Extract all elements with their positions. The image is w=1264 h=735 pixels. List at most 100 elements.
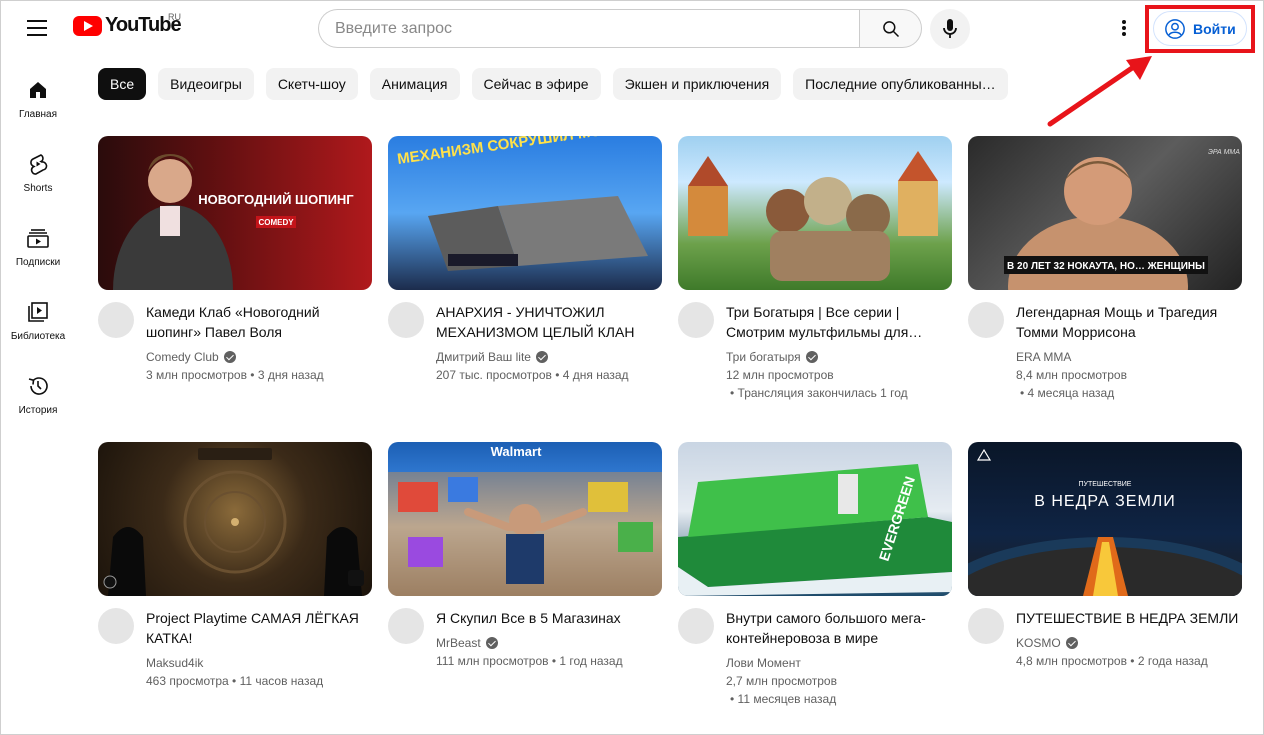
search-input[interactable] bbox=[318, 9, 859, 48]
video-thumbnail[interactable]: МЕХАНИЗМ СОКРУШИЛ МОГУЩЕСТВЕННЫЙ КЛАН bbox=[388, 136, 662, 290]
video-card[interactable]: НОВОГОДНИЙ ШОПИНГ COMEDY Камеди Клаб «Но… bbox=[98, 136, 372, 442]
thumb-title: МЕХАНИЗМ СОКРУШИЛ МОГУЩЕСТВЕННЫЙ КЛАН bbox=[396, 136, 662, 168]
video-title[interactable]: АНАРХИЯ - УНИЧТОЖИЛ МЕХАНИЗМОМ ЦЕЛЫЙ КЛА… bbox=[436, 302, 662, 342]
sidebar-item-subscriptions[interactable]: Подписки bbox=[0, 220, 76, 294]
channel-name[interactable]: KOSMO bbox=[1016, 634, 1242, 652]
chip-recent[interactable]: Последние опубликованны… bbox=[793, 68, 1008, 100]
chip-action[interactable]: Экшен и приключения bbox=[612, 68, 782, 100]
video-stats: 207 тыс. просмотров • 4 дня назад bbox=[436, 368, 629, 382]
video-thumbnail[interactable]: EVERGREEN bbox=[678, 442, 952, 596]
sidebar: Главная Shorts Подписки Библиотека Истор… bbox=[0, 72, 76, 442]
sidebar-item-library[interactable]: Библиотека bbox=[0, 294, 76, 368]
channel-avatar[interactable] bbox=[968, 302, 1004, 338]
thumb-title: Walmart bbox=[491, 444, 542, 459]
channel-name[interactable]: Дмитрий Ваш lite bbox=[436, 348, 662, 366]
channel-avatar[interactable] bbox=[98, 608, 134, 644]
video-thumbnail[interactable]: ЭРА ММА В 20 ЛЕТ 32 НОКАУТА, НО… ЖЕНЩИНЫ bbox=[968, 136, 1242, 290]
search-bar bbox=[318, 9, 922, 48]
signin-button[interactable]: Войти bbox=[1153, 11, 1247, 46]
video-title[interactable]: Я Скупил Все в 5 Магазинах bbox=[436, 608, 662, 628]
home-icon bbox=[26, 78, 50, 102]
account-icon bbox=[1165, 18, 1185, 39]
video-card[interactable]: EVERGREEN Внутри самого большого мега-ко… bbox=[678, 442, 952, 735]
video-thumbnail[interactable]: НОВОГОДНИЙ ШОПИНГ COMEDY bbox=[98, 136, 372, 290]
channel-name-text: Maksud4ik bbox=[146, 656, 204, 670]
history-icon bbox=[26, 374, 50, 398]
chip-live[interactable]: Сейчас в эфире bbox=[471, 68, 601, 100]
sidebar-item-label: История bbox=[18, 405, 58, 416]
annotation-arrow-icon bbox=[1047, 56, 1152, 127]
video-card[interactable]: Walmart Я Скупил Все в 5 Магазинах MrBea… bbox=[388, 442, 662, 735]
sidebar-item-label: Shorts bbox=[23, 183, 53, 194]
verified-icon bbox=[805, 351, 818, 363]
sidebar-item-history[interactable]: История bbox=[0, 368, 76, 442]
video-thumbnail[interactable]: Walmart bbox=[388, 442, 662, 596]
channel-name[interactable]: Maksud4ik bbox=[146, 654, 372, 672]
video-title[interactable]: Три Богатыря | Все серии | Смотрим мульт… bbox=[726, 302, 952, 342]
video-title[interactable]: Легендарная Мощь и Трагедия Томми Моррис… bbox=[1016, 302, 1242, 342]
video-stats-secondary: • 11 месяцев назад bbox=[730, 692, 837, 706]
video-title[interactable]: Камеди Клаб «Новогодний шопинг» Павел Во… bbox=[146, 302, 372, 342]
thumb-title: ПУТЕШЕСТВИЕ bbox=[1079, 481, 1132, 488]
signin-label: Войти bbox=[1193, 20, 1236, 37]
chip-videogames[interactable]: Видеоигры bbox=[158, 68, 254, 100]
microphone-icon bbox=[943, 19, 957, 38]
channel-name[interactable]: MrBeast bbox=[436, 634, 662, 652]
youtube-logo[interactable]: YouTube RU bbox=[73, 12, 182, 37]
video-grid: НОВОГОДНИЙ ШОПИНГ COMEDY Камеди Клаб «Но… bbox=[98, 136, 1242, 735]
video-title[interactable]: ПУТЕШЕСТВИЕ В НЕДРА ЗЕМЛИ bbox=[1016, 608, 1242, 628]
video-stats-secondary: • Трансляция закончилась 1 год bbox=[730, 386, 908, 400]
channel-avatar[interactable] bbox=[98, 302, 134, 338]
channel-name-text: MrBeast bbox=[436, 636, 481, 650]
thumb-title: НОВОГОДНИЙ ШОПИНГ bbox=[198, 192, 354, 207]
video-thumbnail[interactable] bbox=[98, 442, 372, 596]
channel-avatar[interactable] bbox=[388, 608, 424, 644]
chip-sketch[interactable]: Скетч-шоу bbox=[265, 68, 358, 100]
channel-name[interactable]: Три богатыря bbox=[726, 348, 952, 366]
chip-all[interactable]: Все bbox=[98, 68, 147, 100]
channel-avatar[interactable] bbox=[388, 302, 424, 338]
video-thumbnail[interactable] bbox=[678, 136, 952, 290]
video-title[interactable]: Project Playtime САМАЯ ЛЁГКАЯ КАТКА! bbox=[146, 608, 372, 648]
video-card[interactable]: Project Playtime САМАЯ ЛЁГКАЯ КАТКА! Mak… bbox=[98, 442, 372, 735]
channel-name-text: Дмитрий Ваш lite bbox=[436, 350, 531, 364]
thumb-brand: ЭРА ММА bbox=[1208, 149, 1240, 156]
channel-name-text: Три богатыря bbox=[726, 350, 801, 364]
voice-search-button[interactable] bbox=[930, 9, 970, 49]
video-card[interactable]: ПУТЕШЕСТВИЕ В НЕДРА ЗЕМЛИ ПУТЕШЕСТВИЕ В … bbox=[968, 442, 1242, 735]
thumb-title: В 20 ЛЕТ 32 НОКАУТА, НО… ЖЕНЩИНЫ bbox=[1007, 261, 1205, 272]
channel-avatar[interactable] bbox=[678, 608, 714, 644]
verified-icon bbox=[485, 637, 498, 649]
search-button[interactable] bbox=[859, 9, 922, 48]
channel-name-text: Лови Момент bbox=[726, 656, 801, 670]
video-stats: 463 просмотра • 11 часов назад bbox=[146, 674, 324, 688]
settings-menu-icon[interactable] bbox=[1114, 17, 1134, 39]
sidebar-item-label: Главная bbox=[18, 109, 58, 120]
video-stats: 3 млн просмотров • 3 дня назад bbox=[146, 368, 324, 382]
channel-name-text: KOSMO bbox=[1016, 636, 1061, 650]
menu-icon[interactable] bbox=[27, 20, 47, 36]
verified-icon bbox=[535, 351, 548, 363]
sidebar-item-label: Библиотека bbox=[10, 331, 66, 342]
sidebar-item-shorts[interactable]: Shorts bbox=[0, 146, 76, 220]
library-icon bbox=[26, 300, 50, 324]
video-card[interactable]: ЭРА ММА В 20 ЛЕТ 32 НОКАУТА, НО… ЖЕНЩИНЫ… bbox=[968, 136, 1242, 442]
video-card[interactable]: МЕХАНИЗМ СОКРУШИЛ МОГУЩЕСТВЕННЫЙ КЛАН АН… bbox=[388, 136, 662, 442]
video-title[interactable]: Внутри самого большого мега-контейнерово… bbox=[726, 608, 952, 648]
category-chips: Все Видеоигры Скетч-шоу Анимация Сейчас … bbox=[98, 68, 1008, 100]
shorts-icon bbox=[26, 152, 50, 176]
thumb-brand: COMEDY bbox=[258, 218, 294, 227]
channel-name[interactable]: Лови Момент bbox=[726, 654, 952, 672]
video-card[interactable]: Три Богатыря | Все серии | Смотрим мульт… bbox=[678, 136, 952, 442]
video-thumbnail[interactable]: ПУТЕШЕСТВИЕ В НЕДРА ЗЕМЛИ bbox=[968, 442, 1242, 596]
chip-animation[interactable]: Анимация bbox=[369, 68, 460, 100]
channel-avatar[interactable] bbox=[678, 302, 714, 338]
sidebar-item-home[interactable]: Главная bbox=[0, 72, 76, 146]
channel-name[interactable]: Comedy Club bbox=[146, 348, 372, 366]
thumb-subtitle: В НЕДРА ЗЕМЛИ bbox=[1034, 493, 1176, 510]
search-icon bbox=[882, 20, 899, 37]
channel-name-text: ERA MMA bbox=[1016, 350, 1072, 364]
channel-avatar[interactable] bbox=[968, 608, 1004, 644]
subscriptions-icon bbox=[26, 226, 50, 250]
channel-name[interactable]: ERA MMA bbox=[1016, 348, 1242, 366]
